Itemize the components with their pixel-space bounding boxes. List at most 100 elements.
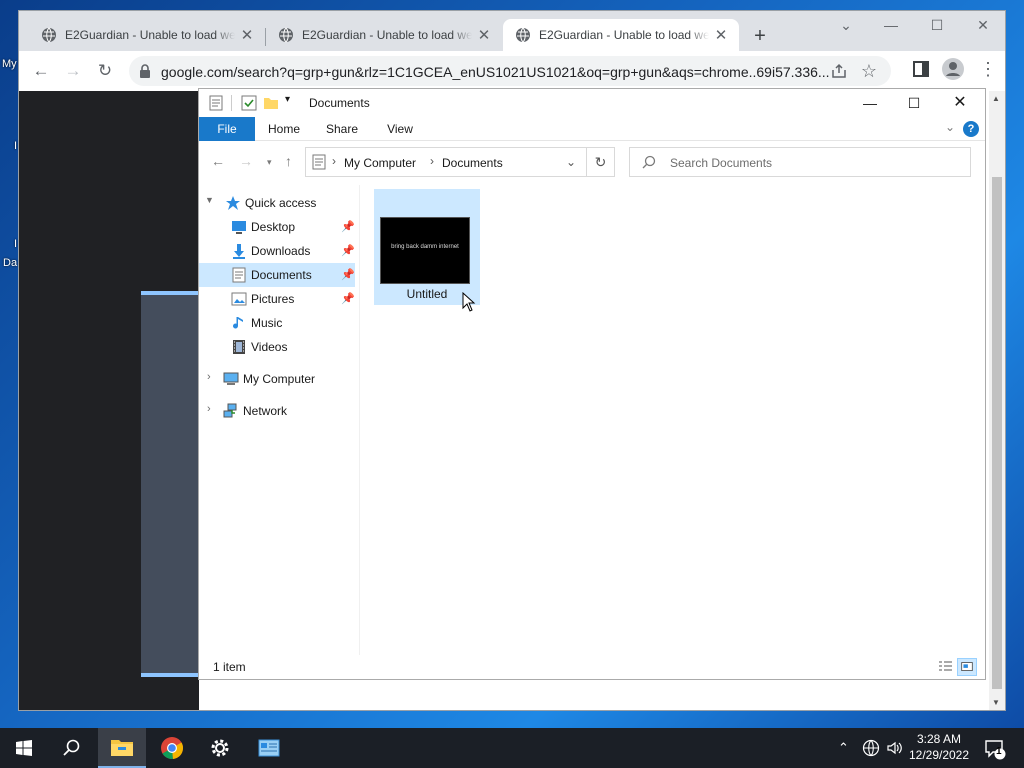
document-location-icon <box>312 154 326 170</box>
sidebar-item-music[interactable]: Music <box>229 311 355 335</box>
tab-file[interactable]: File <box>199 117 255 141</box>
scrollbar-thumb[interactable] <box>992 177 1002 689</box>
browser-toolbar: ← → ↻ google.com/search?q=grp+gun&rlz=1C… <box>19 51 1005 91</box>
chevron-right-icon[interactable]: › <box>430 154 434 168</box>
chevron-right-icon[interactable]: › <box>207 371 211 383</box>
sidebar-item-quick-access[interactable]: Quick access <box>221 191 357 215</box>
tab-home[interactable]: Home <box>261 117 307 141</box>
folder-icon[interactable] <box>263 95 279 111</box>
item-count: 1 item <box>213 660 246 674</box>
download-icon <box>233 244 245 259</box>
sidebar-item-network[interactable]: Network <box>221 399 357 423</box>
tab-view[interactable]: View <box>377 117 423 141</box>
search-icon <box>642 155 656 169</box>
taskbar-chrome[interactable] <box>148 728 196 768</box>
explorer-titlebar: ▾ Documents — ☐ ✕ <box>199 89 985 117</box>
customize-quick-access-icon[interactable]: ▾ <box>285 94 290 105</box>
explorer-address-bar[interactable]: › My Computer › Documents ⌄ <box>305 147 587 177</box>
large-icons-view-icon[interactable] <box>957 658 977 676</box>
forward-icon[interactable]: → <box>63 61 83 81</box>
taskbar-app[interactable] <box>245 728 293 768</box>
globe-icon <box>516 27 530 43</box>
explorer-close-button[interactable]: ✕ <box>937 92 983 114</box>
network-globe-icon[interactable] <box>862 739 880 757</box>
explorer-title: Documents <box>309 96 370 110</box>
start-button[interactable] <box>0 728 48 768</box>
recent-locations-icon[interactable]: ▾ <box>267 157 272 168</box>
up-icon[interactable]: ↑ <box>285 153 292 169</box>
back-icon[interactable]: ← <box>211 153 225 169</box>
close-tab-icon[interactable]: ✕ <box>476 26 492 44</box>
menu-icon[interactable]: ⋮ <box>979 59 997 80</box>
taskbar-settings[interactable] <box>196 728 244 768</box>
browser-tab-2[interactable]: E2Guardian - Unable to load web page ✕ <box>266 19 502 51</box>
breadcrumb-documents[interactable]: Documents <box>442 156 503 170</box>
tab-title: E2Guardian - Unable to load web page <box>65 28 235 42</box>
browser-tab-3[interactable]: E2Guardian - Unable to load web page ✕ <box>503 19 739 51</box>
computer-icon <box>223 372 239 385</box>
sidebar-item-pictures[interactable]: Pictures 📌 <box>229 287 355 311</box>
refresh-button[interactable]: ↻ <box>587 147 615 177</box>
notification-icon[interactable] <box>984 738 1006 760</box>
pin-icon[interactable]: 📌 <box>341 263 355 287</box>
sidebar-item-videos[interactable]: Videos <box>229 335 355 359</box>
close-tab-icon[interactable]: ✕ <box>713 26 729 44</box>
sidebar-item-my-computer[interactable]: My Computer <box>221 367 357 391</box>
breadcrumb-my-computer[interactable]: My Computer <box>344 156 416 170</box>
taskbar-file-explorer[interactable] <box>98 728 146 768</box>
share-icon[interactable] <box>831 63 847 79</box>
file-tile-untitled[interactable]: bring back damm internet Untitled <box>374 189 480 305</box>
file-explorer-window: ▾ Documents — ☐ ✕ File Home Share View ⌄… <box>198 88 986 680</box>
pin-icon[interactable]: 📌 <box>341 215 355 239</box>
sidebar-item-desktop[interactable]: Desktop 📌 <box>229 215 355 239</box>
properties-icon[interactable] <box>209 95 223 111</box>
close-button[interactable]: ✕ <box>969 17 997 34</box>
desktop-icon-label[interactable]: I <box>14 140 17 152</box>
chevron-down-icon[interactable]: ⌄ <box>566 155 576 169</box>
reload-icon[interactable]: ↻ <box>95 61 115 81</box>
bookmark-star-icon[interactable]: ☆ <box>861 61 877 82</box>
videos-icon <box>233 340 245 354</box>
file-thumbnail: bring back damm internet <box>380 217 470 284</box>
search-placeholder: Search Documents <box>670 156 773 170</box>
show-hidden-icons-icon[interactable]: ⌃ <box>838 740 849 756</box>
desktop-icon-label[interactable]: Da <box>3 257 17 269</box>
desktop-icon-label[interactable]: I <box>14 238 17 250</box>
search-input[interactable]: Search Documents <box>629 147 971 177</box>
back-icon[interactable]: ← <box>31 61 51 81</box>
explorer-minimize-button[interactable]: — <box>847 92 893 114</box>
details-view-icon[interactable] <box>935 658 955 676</box>
pin-icon[interactable]: 📌 <box>341 239 355 263</box>
explorer-maximize-button[interactable]: ☐ <box>891 92 937 114</box>
sidebar-item-downloads[interactable]: Downloads 📌 <box>229 239 355 263</box>
browser-tab-1[interactable]: E2Guardian - Unable to load web page ✕ <box>29 19 265 51</box>
profile-avatar-icon[interactable] <box>941 57 965 81</box>
minimize-button[interactable]: — <box>877 17 905 33</box>
forward-icon[interactable]: → <box>239 153 253 169</box>
tab-search-icon[interactable]: ⌄ <box>832 17 860 34</box>
desktop-icon-label[interactable]: My <box>2 58 17 70</box>
system-clock[interactable]: 3:28 AM 12/29/2022 <box>908 731 970 763</box>
chevron-right-icon[interactable]: › <box>207 403 211 415</box>
page-scrollbar[interactable]: ▲ ▼ <box>989 91 1005 710</box>
address-bar[interactable]: google.com/search?q=grp+gun&rlz=1C1GCEA_… <box>129 56 891 86</box>
maximize-button[interactable]: ☐ <box>923 17 951 34</box>
side-panel-icon[interactable] <box>912 59 930 79</box>
globe-icon <box>42 27 56 43</box>
new-tab-button[interactable]: + <box>749 25 771 47</box>
expand-ribbon-icon[interactable]: ⌄ <box>945 120 955 134</box>
pin-icon[interactable]: 📌 <box>341 287 355 311</box>
taskbar-search-button[interactable] <box>48 728 96 768</box>
close-tab-icon[interactable]: ✕ <box>239 26 255 44</box>
checkbox-icon[interactable] <box>241 95 257 111</box>
chevron-down-icon[interactable]: ▼ <box>205 195 214 205</box>
background-window-edge <box>141 291 201 677</box>
sidebar-item-documents[interactable]: Documents 📌 <box>199 263 355 287</box>
tab-share[interactable]: Share <box>319 117 365 141</box>
volume-icon[interactable] <box>886 739 904 757</box>
desktop-icon <box>232 221 246 234</box>
chevron-right-icon[interactable]: › <box>332 154 336 168</box>
help-icon[interactable]: ? <box>963 121 979 137</box>
pane-divider[interactable] <box>359 185 360 655</box>
network-icon <box>223 403 237 418</box>
